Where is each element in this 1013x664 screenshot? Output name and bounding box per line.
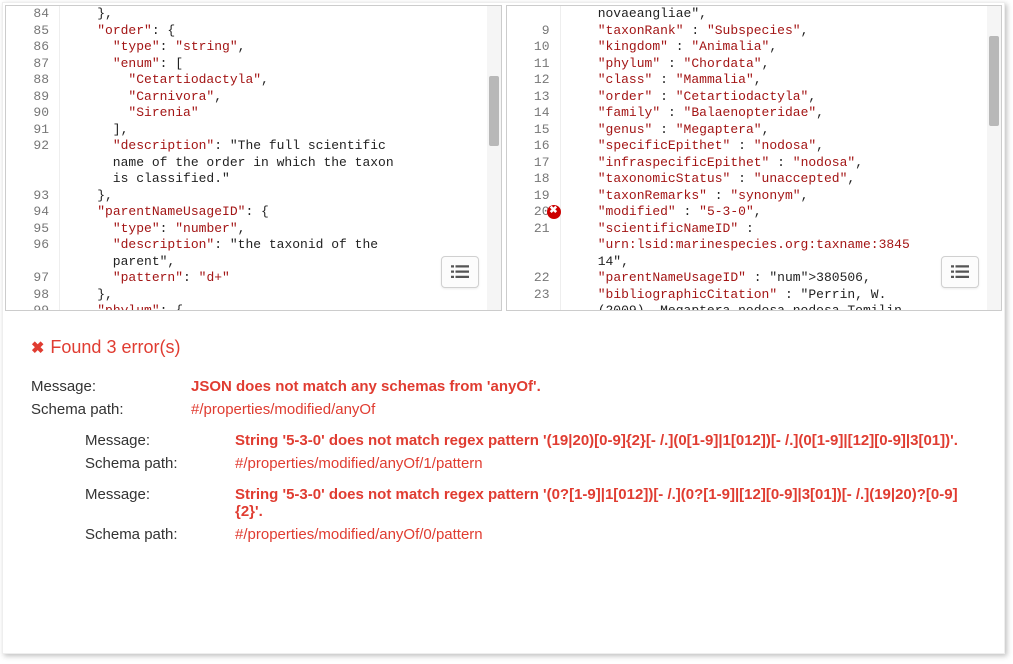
result-value: #/properties/modified/anyOf/0/pattern xyxy=(235,526,984,543)
result-label: Message: xyxy=(85,486,235,520)
error-gutter: ✖ xyxy=(547,6,565,310)
result-value: #/properties/modified/anyOf xyxy=(191,401,984,418)
error-details: Message:String '5-3-0' does not match re… xyxy=(85,432,984,543)
result-value: String '5-3-0' does not match regex patt… xyxy=(235,432,984,449)
error-x-icon: ✖ xyxy=(31,338,44,358)
result-label: Schema path: xyxy=(31,401,191,418)
list-icon xyxy=(451,265,469,279)
result-value: #/properties/modified/anyOf/1/pattern xyxy=(235,455,984,472)
result-row: Message:String '5-3-0' does not match re… xyxy=(85,432,984,449)
list-icon xyxy=(951,265,969,279)
result-label: Message: xyxy=(85,432,235,449)
schema-editor[interactable]: 84858687888990919293949596979899100 }, "… xyxy=(5,5,502,311)
scroll-thumb[interactable] xyxy=(489,76,499,146)
list-button[interactable] xyxy=(941,256,979,288)
code-area[interactable]: }, "order": { "type": "string", "enum": … xyxy=(66,6,487,310)
result-label: Message: xyxy=(31,378,191,395)
result-row: Schema path:#/properties/modified/anyOf xyxy=(31,401,984,418)
result-value: JSON does not match any schemas from 'an… xyxy=(191,378,984,395)
result-label: Schema path: xyxy=(85,455,235,472)
error-subblock: Message:String '5-3-0' does not match re… xyxy=(85,486,984,543)
error-heading: ✖ Found 3 error(s) xyxy=(31,337,984,358)
app-window: 84858687888990919293949596979899100 }, "… xyxy=(2,2,1005,654)
line-gutter: 84858687888990919293949596979899100 xyxy=(6,6,60,310)
error-subblock: Message:String '5-3-0' does not match re… xyxy=(85,432,984,472)
error-top: Message:JSON does not match any schemas … xyxy=(31,378,984,418)
instance-editor[interactable]: 91011121314151617181920212223 ✖ novaeang… xyxy=(506,5,1003,311)
scrollbar[interactable] xyxy=(487,6,501,310)
code-area[interactable]: novaeangliae", "taxonRank" : "Subspecies… xyxy=(567,6,988,310)
result-row: Message:String '5-3-0' does not match re… xyxy=(85,486,984,520)
result-label: Schema path: xyxy=(85,526,235,543)
list-button[interactable] xyxy=(441,256,479,288)
result-value: String '5-3-0' does not match regex patt… xyxy=(235,486,984,520)
scrollbar[interactable] xyxy=(987,6,1001,310)
result-row: Message:JSON does not match any schemas … xyxy=(31,378,984,395)
error-heading-text: Found 3 error(s) xyxy=(50,337,180,358)
result-row: Schema path:#/properties/modified/anyOf/… xyxy=(85,455,984,472)
result-row: Schema path:#/properties/modified/anyOf/… xyxy=(85,526,984,543)
validation-results: ✖ Found 3 error(s) Message:JSON does not… xyxy=(3,313,1004,567)
error-marker[interactable]: ✖ xyxy=(547,205,561,219)
editor-split: 84858687888990919293949596979899100 }, "… xyxy=(3,3,1004,313)
scroll-thumb[interactable] xyxy=(989,36,999,126)
